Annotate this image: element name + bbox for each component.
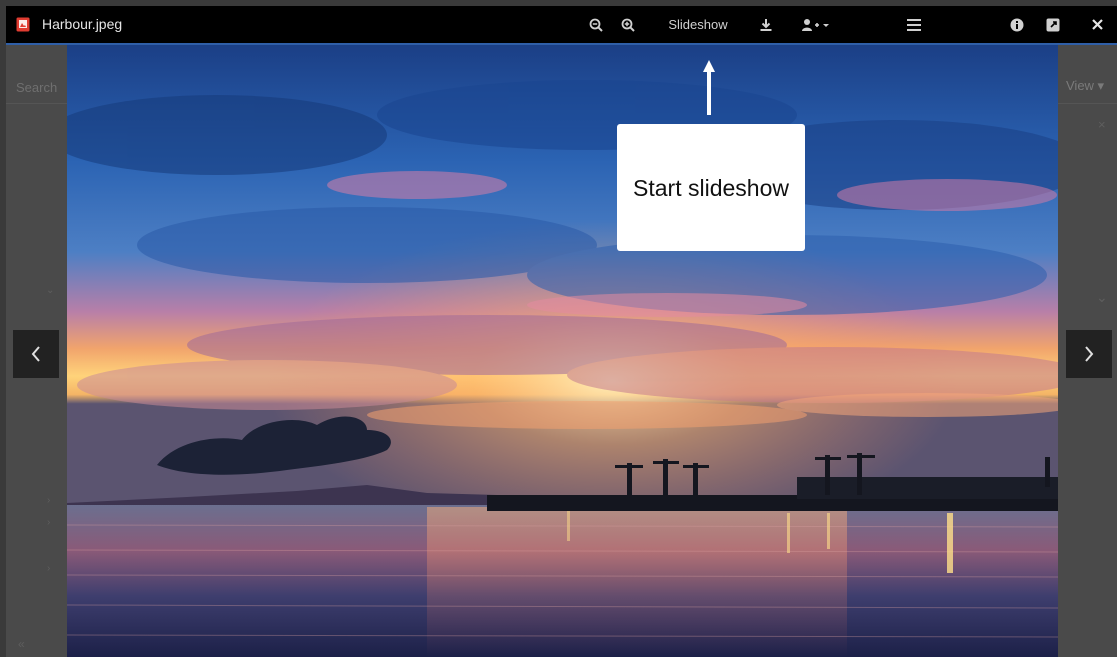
chevron-down-icon: ⌄ (1096, 289, 1108, 305)
slideshow-label: Slideshow (668, 17, 728, 32)
menu-icon (907, 18, 921, 31)
share-button[interactable] (796, 6, 836, 43)
background-divider (6, 103, 67, 104)
chevron-right-icon: › (47, 563, 51, 574)
file-name: Harbour.jpeg (42, 16, 123, 32)
share-user-icon (802, 18, 829, 31)
callout-arrow-icon (703, 60, 715, 115)
zoom-out-button[interactable] (584, 6, 608, 43)
zoom-in-button[interactable] (616, 6, 640, 43)
external-link-icon (1046, 18, 1060, 31)
zoom-out-icon (589, 18, 603, 32)
info-button[interactable] (1006, 6, 1028, 43)
close-icon: × (1098, 117, 1106, 132)
menu-button[interactable] (902, 6, 926, 43)
download-button[interactable] (754, 6, 778, 43)
chevron-right-icon (1085, 346, 1094, 362)
open-external-button[interactable] (1042, 6, 1064, 43)
slideshow-button[interactable]: Slideshow (660, 6, 736, 43)
pdf-file-icon (16, 17, 30, 32)
background-divider (1058, 103, 1117, 104)
collapse-icon: « (18, 637, 25, 651)
background-view-menu: View ▾ (1066, 78, 1105, 93)
chevron-right-icon: › (47, 495, 51, 506)
chevron-left-icon (31, 346, 40, 362)
download-icon (760, 18, 772, 31)
next-image-button[interactable] (1066, 330, 1112, 378)
chevron-right-icon: › (47, 517, 51, 528)
close-button[interactable] (1086, 6, 1108, 43)
previous-image-button[interactable] (13, 330, 59, 378)
background-search-placeholder: Search (16, 80, 58, 95)
info-icon (1010, 18, 1024, 31)
chevron-down-icon: ⌄ (46, 285, 55, 296)
toolbar-accent-line (6, 43, 1117, 45)
start-slideshow-callout: Start slideshow (617, 124, 805, 251)
zoom-in-icon (621, 18, 635, 32)
harbour-photo (67, 45, 1058, 657)
viewer-toolbar: Harbour.jpeg Slideshow (6, 6, 1117, 43)
close-icon (1091, 19, 1103, 30)
